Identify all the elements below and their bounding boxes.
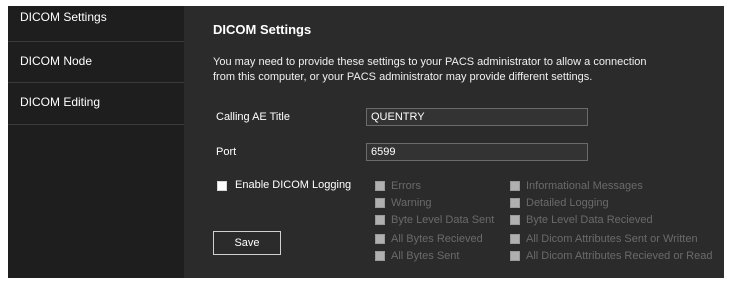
enable-logging-checkbox[interactable] xyxy=(217,181,227,191)
save-button[interactable]: Save xyxy=(213,231,281,255)
sidebar-divider xyxy=(8,82,184,83)
sidebar-item-dicom-editing[interactable]: DICOM Editing xyxy=(20,95,184,109)
informational-messages-checkbox[interactable] xyxy=(510,181,520,191)
sidebar-item-dicom-node[interactable]: DICOM Node xyxy=(20,54,184,68)
byte-level-data-recieved-checkbox[interactable] xyxy=(510,215,520,225)
all-bytes-recieved-label: All Bytes Recieved xyxy=(391,233,483,245)
all-dicom-attributes-sent-label: All Dicom Attributes Sent or Written xyxy=(526,233,698,245)
all-dicom-attributes-recieved-label: All Dicom Attributes Recieved or Read xyxy=(526,250,713,262)
errors-checkbox[interactable] xyxy=(375,181,385,191)
page-title: DICOM Settings xyxy=(213,22,312,37)
all-dicom-attributes-sent-checkbox[interactable] xyxy=(510,234,520,244)
port-label: Port xyxy=(216,146,237,158)
settings-window: DICOM Settings DICOM Node DICOM Editing … xyxy=(8,6,724,278)
errors-label: Errors xyxy=(391,180,421,192)
description-line-1: You may need to provide these settings t… xyxy=(213,56,647,68)
all-bytes-recieved-checkbox[interactable] xyxy=(375,234,385,244)
informational-messages-label: Informational Messages xyxy=(526,180,643,192)
all-dicom-attributes-recieved-checkbox[interactable] xyxy=(510,251,520,261)
all-bytes-sent-label: All Bytes Sent xyxy=(391,250,460,262)
sidebar-item-dicom-settings[interactable]: DICOM Settings xyxy=(20,10,184,24)
description-line-2: from this computer, or your PACS adminis… xyxy=(213,71,593,83)
settings-panel: DICOM Settings You may need to provide t… xyxy=(184,6,724,278)
enable-logging-label: Enable DICOM Logging xyxy=(235,179,352,191)
calling-ae-title-input[interactable] xyxy=(366,108,588,126)
warning-checkbox[interactable] xyxy=(375,198,385,208)
byte-level-data-sent-checkbox[interactable] xyxy=(375,215,385,225)
sidebar-divider xyxy=(8,124,184,125)
warning-label: Warning xyxy=(391,197,432,209)
all-bytes-sent-checkbox[interactable] xyxy=(375,251,385,261)
port-input[interactable] xyxy=(366,143,588,161)
detailed-logging-label: Detailed Logging xyxy=(526,197,609,209)
byte-level-data-recieved-label: Byte Level Data Recieved xyxy=(526,214,653,226)
calling-ae-title-label: Calling AE Title xyxy=(216,111,290,123)
detailed-logging-checkbox[interactable] xyxy=(510,198,520,208)
sidebar: DICOM Settings DICOM Node DICOM Editing xyxy=(8,6,184,278)
sidebar-divider xyxy=(8,41,184,42)
byte-level-data-sent-label: Byte Level Data Sent xyxy=(391,214,495,226)
